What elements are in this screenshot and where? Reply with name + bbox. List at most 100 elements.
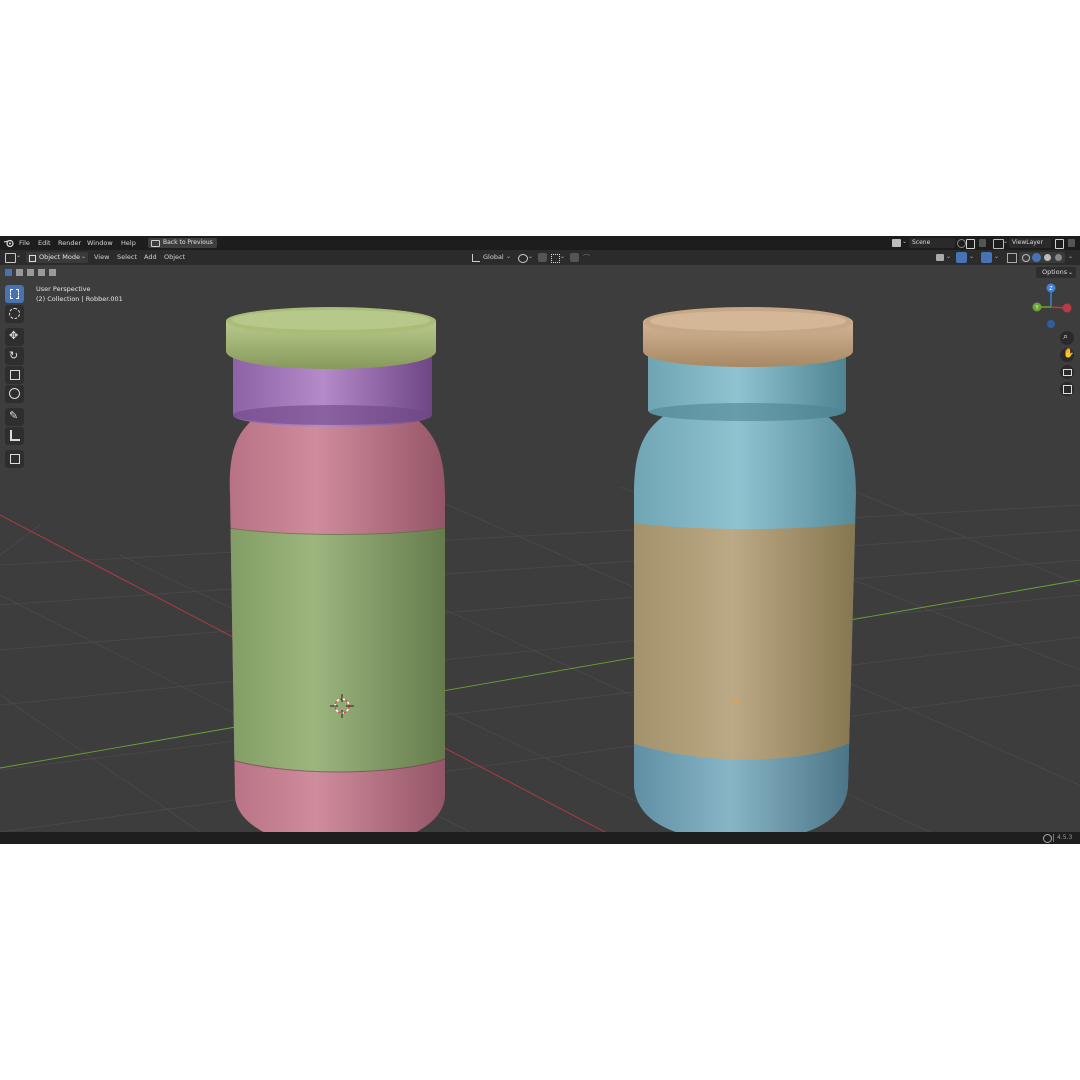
- select-extend-icon[interactable]: [16, 269, 23, 276]
- pan-button[interactable]: ✋: [1060, 348, 1074, 362]
- chevron-down-icon: ⌄: [969, 253, 975, 260]
- visibility-icon[interactable]: [936, 254, 944, 261]
- viewport-scene: [0, 307, 1080, 832]
- add-cube-tool[interactable]: [5, 450, 24, 468]
- zoom-button[interactable]: ⌕: [1060, 331, 1074, 345]
- measure-tool[interactable]: [5, 427, 24, 445]
- menu-help[interactable]: Help: [121, 236, 136, 250]
- object-mode-label: Object Mode: [39, 253, 80, 261]
- chevron-down-icon: ⌄: [506, 253, 512, 260]
- delete-scene-icon[interactable]: [979, 239, 986, 247]
- snap-target-icon[interactable]: [551, 254, 560, 263]
- select-new-icon[interactable]: [5, 269, 12, 276]
- menu-render[interactable]: Render: [58, 236, 81, 250]
- menu-select[interactable]: Select: [117, 250, 137, 265]
- chevron-down-icon: ⌄: [81, 253, 87, 260]
- menu-object[interactable]: Object: [164, 250, 185, 265]
- editor-type-icon[interactable]: [5, 253, 16, 263]
- blender-logo-icon[interactable]: [4, 239, 14, 247]
- version-label: 4.5.3: [1057, 834, 1073, 841]
- menu-file[interactable]: File: [19, 236, 30, 250]
- right-bottle[interactable]: [630, 307, 870, 832]
- object-origin: [734, 700, 738, 704]
- chevron-down-icon: ⌄: [528, 253, 534, 260]
- viewport-header: ⌄ Object Mode ⌄ View Select Add Object G…: [0, 250, 1080, 265]
- top-menu-bar: File Edit Render Window Help Back to Pre…: [0, 236, 1080, 250]
- menu-view[interactable]: View: [94, 250, 109, 265]
- select-invert-icon[interactable]: [38, 269, 45, 276]
- y-axis-line: [0, 579, 1080, 769]
- 3d-viewport[interactable]: User Perspective (2) Collection | Robber…: [0, 265, 1080, 832]
- rendered-shading-icon[interactable]: [1055, 254, 1062, 261]
- chevron-down-icon: ⌄: [1068, 253, 1074, 260]
- navigation-gizmo[interactable]: Z Y: [1030, 283, 1074, 333]
- chevron-down-icon: ⌄: [902, 238, 908, 245]
- blender-window: File Edit Render Window Help Back to Pre…: [0, 236, 1080, 844]
- zoom-icon: ⌕: [1063, 332, 1069, 342]
- floor-grid: [0, 476, 1080, 832]
- pan-hand-icon: ✋: [1063, 349, 1075, 359]
- annotate-tool[interactable]: ✎: [5, 408, 24, 426]
- orientation-icon: [472, 254, 480, 262]
- version-separator: [1053, 834, 1054, 842]
- solid-shading-icon[interactable]: [1032, 253, 1041, 262]
- delete-view-layer-icon[interactable]: [1068, 239, 1075, 247]
- measure-icon: [10, 430, 20, 441]
- scene-icon[interactable]: [892, 239, 901, 247]
- ortho-toggle-button[interactable]: [1060, 382, 1074, 396]
- xray-icon[interactable]: [1007, 253, 1017, 263]
- rotate-icon: ↻: [9, 349, 19, 362]
- object-mode-dropdown[interactable]: Object Mode ⌄: [26, 252, 88, 263]
- new-view-layer-icon[interactable]: [1055, 239, 1064, 249]
- scale-tool[interactable]: [5, 366, 24, 384]
- select-subtract-icon[interactable]: [27, 269, 34, 276]
- view-layer-field[interactable]: ViewLayer: [1009, 238, 1051, 248]
- scene-name: Scene: [912, 239, 931, 246]
- proportional-edit-icon[interactable]: [570, 253, 579, 262]
- camera-view-button[interactable]: [1060, 365, 1074, 379]
- chevron-down-icon: ⌄: [946, 253, 952, 260]
- status-bar: 4.5.3: [0, 832, 1080, 844]
- select-intersect-icon[interactable]: [49, 269, 56, 276]
- shading-mode-group: [1019, 252, 1065, 263]
- gizmo-toggle-icon[interactable]: [956, 252, 967, 263]
- chevron-down-icon: ⌄: [1067, 269, 1073, 276]
- select-box-icon: [10, 289, 19, 299]
- menu-add[interactable]: Add: [144, 250, 157, 265]
- viewport-info: User Perspective (2) Collection | Robber…: [36, 284, 123, 304]
- chevron-down-icon: ⌄: [560, 253, 566, 260]
- transform-icon: [9, 388, 20, 399]
- camera-icon: [1063, 369, 1072, 376]
- back-icon: [151, 239, 160, 247]
- overlays-icon[interactable]: [981, 252, 992, 263]
- cursor-tool[interactable]: [5, 305, 24, 323]
- falloff-icon[interactable]: ⌒: [583, 253, 590, 263]
- globe-icon: [1043, 834, 1052, 843]
- perspective-label: User Perspective: [36, 285, 91, 293]
- menu-edit[interactable]: Edit: [38, 236, 51, 250]
- move-tool[interactable]: ✥: [5, 328, 24, 346]
- scale-icon: [10, 370, 20, 380]
- rotate-tool[interactable]: ↻: [5, 347, 24, 365]
- select-box-tool[interactable]: [5, 285, 24, 303]
- new-scene-icon[interactable]: [966, 239, 975, 249]
- add-cube-icon: [10, 454, 20, 464]
- back-to-previous-button[interactable]: Back to Previous: [148, 238, 217, 248]
- wireframe-shading-icon[interactable]: [1022, 254, 1030, 262]
- menu-window[interactable]: Window: [87, 236, 113, 250]
- cursor-icon: [9, 308, 20, 319]
- transform-tool[interactable]: [5, 385, 24, 403]
- grid-icon: [1063, 385, 1072, 394]
- material-shading-icon[interactable]: [1044, 254, 1051, 261]
- object-mode-icon: [29, 255, 36, 262]
- left-bottle[interactable]: [220, 307, 460, 832]
- snap-icon[interactable]: [538, 253, 547, 262]
- annotate-icon: ✎: [9, 409, 19, 422]
- pin-icon[interactable]: [957, 239, 966, 248]
- options-dropdown[interactable]: Options ⌄: [1036, 267, 1076, 278]
- pivot-icon[interactable]: [518, 254, 528, 263]
- scene-name-field[interactable]: Scene: [909, 238, 955, 248]
- chevron-down-icon: ⌄: [16, 252, 22, 259]
- transform-orientation-dropdown[interactable]: Global: [483, 250, 504, 265]
- chevron-down-icon: ⌄: [994, 253, 1000, 260]
